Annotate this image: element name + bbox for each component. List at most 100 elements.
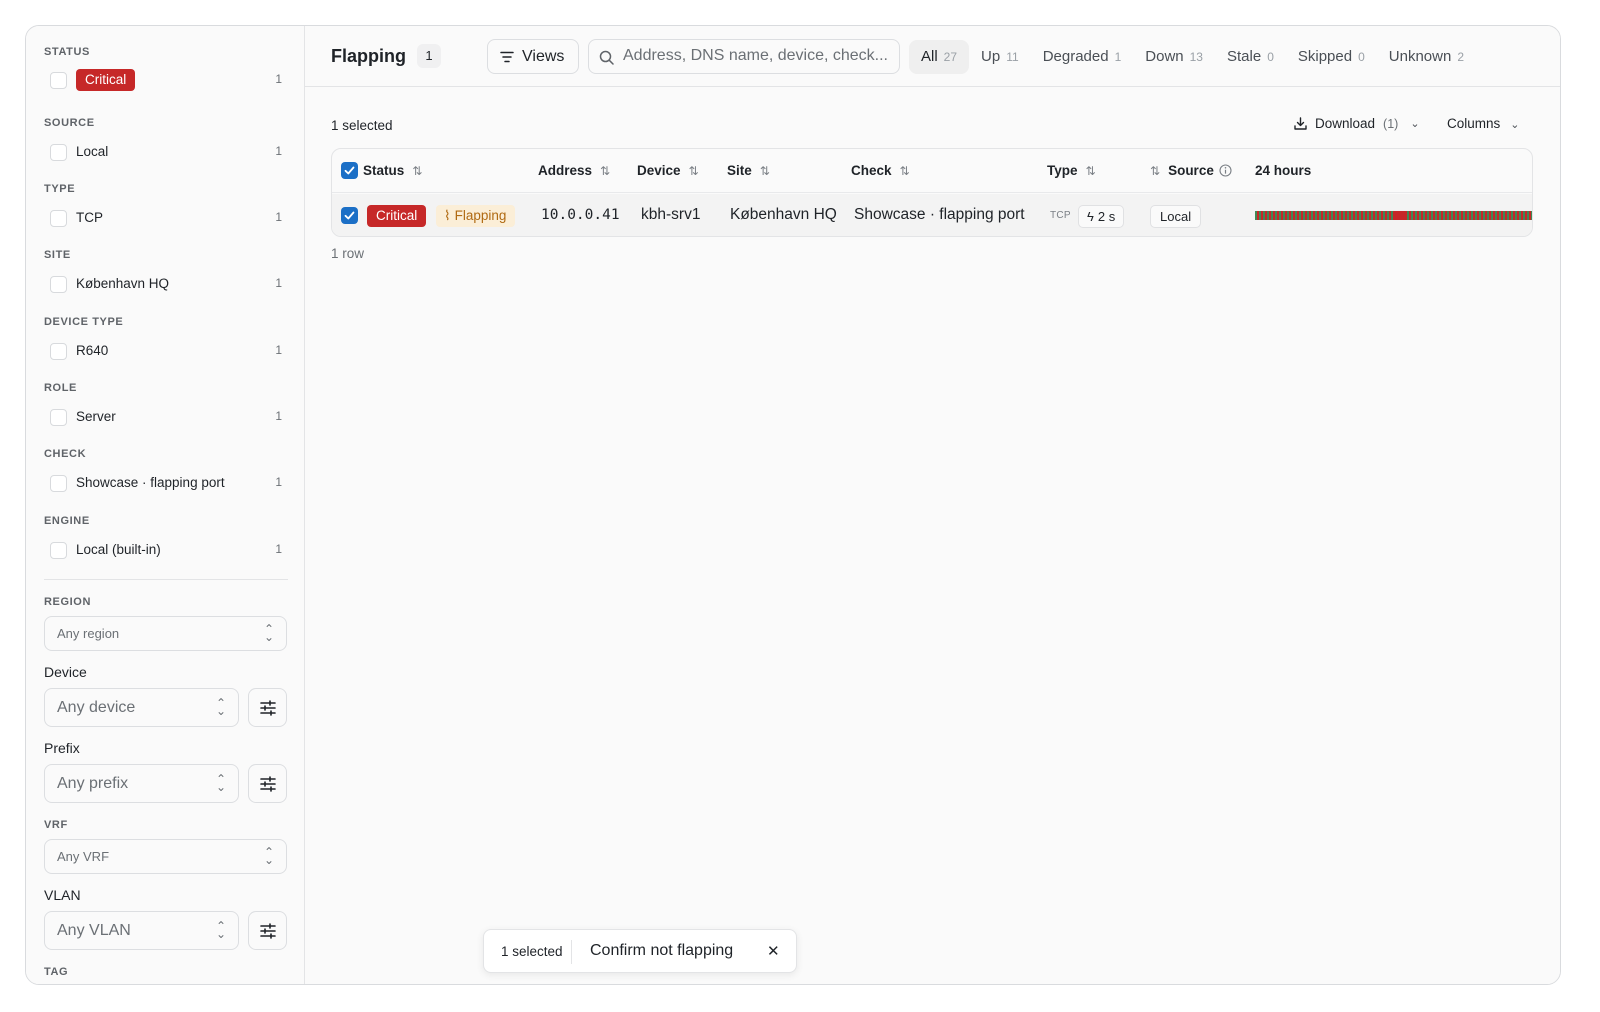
check-cell[interactable]: Showcase · flapping port: [854, 206, 1025, 224]
history-segment: [1293, 211, 1295, 220]
facet-checkbox[interactable]: [50, 72, 67, 89]
facet-label: Server: [76, 409, 116, 424]
tab-count: 11: [1006, 50, 1019, 64]
column-header-type[interactable]: Type ⇅: [1047, 163, 1096, 178]
download-button[interactable]: Download (1) ⌄: [1294, 116, 1420, 131]
vrf-select[interactable]: Any VRF ⌃ ⌄: [44, 839, 287, 874]
history-segment: [1279, 211, 1281, 220]
device-placeholder: Any device: [57, 699, 136, 716]
tab-degraded[interactable]: Degraded 1: [1031, 40, 1134, 74]
site-cell[interactable]: København HQ: [730, 206, 837, 224]
history-segment: [1493, 211, 1495, 220]
download-label: Download: [1315, 116, 1376, 131]
facet-checkbox[interactable]: [50, 144, 67, 161]
history-segment: [1267, 211, 1269, 220]
tab-label: Degraded: [1042, 48, 1109, 65]
column-header-address[interactable]: Address ⇅: [538, 163, 610, 178]
action-bar-selected: 1 selected: [501, 944, 563, 959]
facet-checkbox[interactable]: [50, 210, 67, 227]
facet-option-tcp[interactable]: TCP 1: [44, 207, 288, 229]
history-segment: [1437, 211, 1439, 220]
history-segment: [1381, 211, 1383, 220]
history-segment: [1491, 211, 1493, 220]
history-segment: [1337, 211, 1339, 220]
facet-option-local[interactable]: Local 1: [44, 141, 288, 163]
table-header: Status ⇅ Address ⇅ Device ⇅ Site ⇅ Check ⇅ Ty…: [332, 149, 1532, 193]
type-cell: TCP: [1050, 210, 1071, 221]
up-down-chevron-icon: ⌃ ⌄: [215, 919, 226, 941]
history-segment: [1335, 211, 1337, 220]
device-filter-options-button[interactable]: [248, 688, 287, 727]
prefix-filter-options-button[interactable]: [248, 764, 287, 803]
history-segment: [1479, 211, 1481, 220]
history-segment: [1305, 211, 1307, 220]
facet-checkbox[interactable]: [50, 475, 67, 492]
tab-up[interactable]: Up 11: [969, 40, 1031, 74]
device-cell[interactable]: kbh-srv1: [641, 206, 700, 224]
facet-option-r640[interactable]: R640 1: [44, 340, 288, 362]
history-segment: [1503, 211, 1505, 220]
tab-count: 13: [1189, 50, 1203, 64]
history-segment: [1431, 211, 1433, 220]
close-icon[interactable]: ✕: [767, 942, 780, 960]
facet-checkbox[interactable]: [50, 409, 67, 426]
history-segment: [1315, 211, 1317, 220]
history-segment: [1463, 211, 1465, 220]
confirm-not-flapping-button[interactable]: Confirm not flapping: [590, 942, 733, 960]
tab-unknown[interactable]: Unknown 2: [1377, 40, 1476, 74]
history-segment: [1477, 211, 1479, 220]
facet-option-engine[interactable]: Local (built-in) 1: [44, 539, 288, 561]
bolt-icon: ϟ: [1087, 209, 1094, 224]
facet-option-server[interactable]: Server 1: [44, 406, 288, 428]
history-segment: [1425, 211, 1427, 220]
column-header-site[interactable]: Site ⇅: [727, 163, 770, 178]
vlan-select[interactable]: Any VLAN ⌃ ⌄: [44, 911, 239, 950]
tab-all[interactable]: All 27: [909, 40, 970, 74]
facet-checkbox[interactable]: [50, 542, 67, 559]
info-icon: [1219, 164, 1232, 177]
facet-option-site[interactable]: København HQ 1: [44, 273, 288, 295]
facet-option-critical[interactable]: Critical 1: [44, 69, 288, 91]
history-segment: [1281, 211, 1283, 220]
tab-skipped[interactable]: Skipped 0: [1286, 40, 1377, 74]
select-all-checkbox[interactable]: [341, 162, 358, 179]
history-segment: [1469, 211, 1471, 220]
history-segment: [1497, 211, 1499, 220]
facet-option-check[interactable]: Showcase · flapping port 1: [44, 472, 288, 494]
column-header-status[interactable]: Status ⇅: [363, 163, 422, 178]
row-checkbox[interactable]: [341, 207, 358, 224]
table-row[interactable]: Critical ⌇ Flapping 10.0.0.41 kbh-srv1 Kø…: [332, 194, 1532, 236]
region-select[interactable]: Any region ⌃ ⌄: [44, 616, 287, 651]
history-segment: [1481, 211, 1483, 220]
column-header-check[interactable]: Check ⇅: [851, 163, 910, 178]
check-icon: [344, 166, 355, 175]
tab-stale[interactable]: Stale 0: [1215, 40, 1286, 74]
source-badge: Local: [1150, 205, 1202, 228]
vrf-placeholder: Any VRF: [57, 849, 110, 864]
column-header-device[interactable]: Device ⇅: [637, 163, 699, 178]
header-bar: Flapping 1 Views All 27 Up 11 Degraded 1 Do…: [305, 26, 1560, 87]
facet-checkbox[interactable]: [50, 276, 67, 293]
search-box[interactable]: [588, 39, 900, 74]
history-segment: [1403, 211, 1405, 220]
download-count: (1): [1383, 116, 1399, 131]
sort-icon: ⇅: [759, 164, 770, 178]
tag-label: TAG: [44, 966, 69, 978]
history-segment: [1485, 211, 1487, 220]
columns-button[interactable]: Columns ⌄: [1447, 116, 1520, 131]
history-segment: [1271, 211, 1273, 220]
views-button[interactable]: Views: [487, 39, 579, 74]
history-segment: [1263, 211, 1265, 220]
tab-down[interactable]: Down 13: [1133, 40, 1215, 74]
vlan-label: VLAN: [44, 887, 81, 903]
device-select[interactable]: Any device ⌃ ⌄: [44, 688, 239, 727]
search-input[interactable]: [623, 47, 893, 65]
column-header-source[interactable]: ⇅ Source: [1150, 163, 1232, 178]
facet-title: DEVICE TYPE: [44, 316, 124, 328]
facet-checkbox[interactable]: [50, 343, 67, 360]
prefix-select[interactable]: Any prefix ⌃ ⌄: [44, 764, 239, 803]
history-segment: [1495, 211, 1497, 220]
vlan-filter-options-button[interactable]: [248, 911, 287, 950]
search-icon: [599, 50, 614, 65]
history-segment: [1451, 211, 1453, 220]
